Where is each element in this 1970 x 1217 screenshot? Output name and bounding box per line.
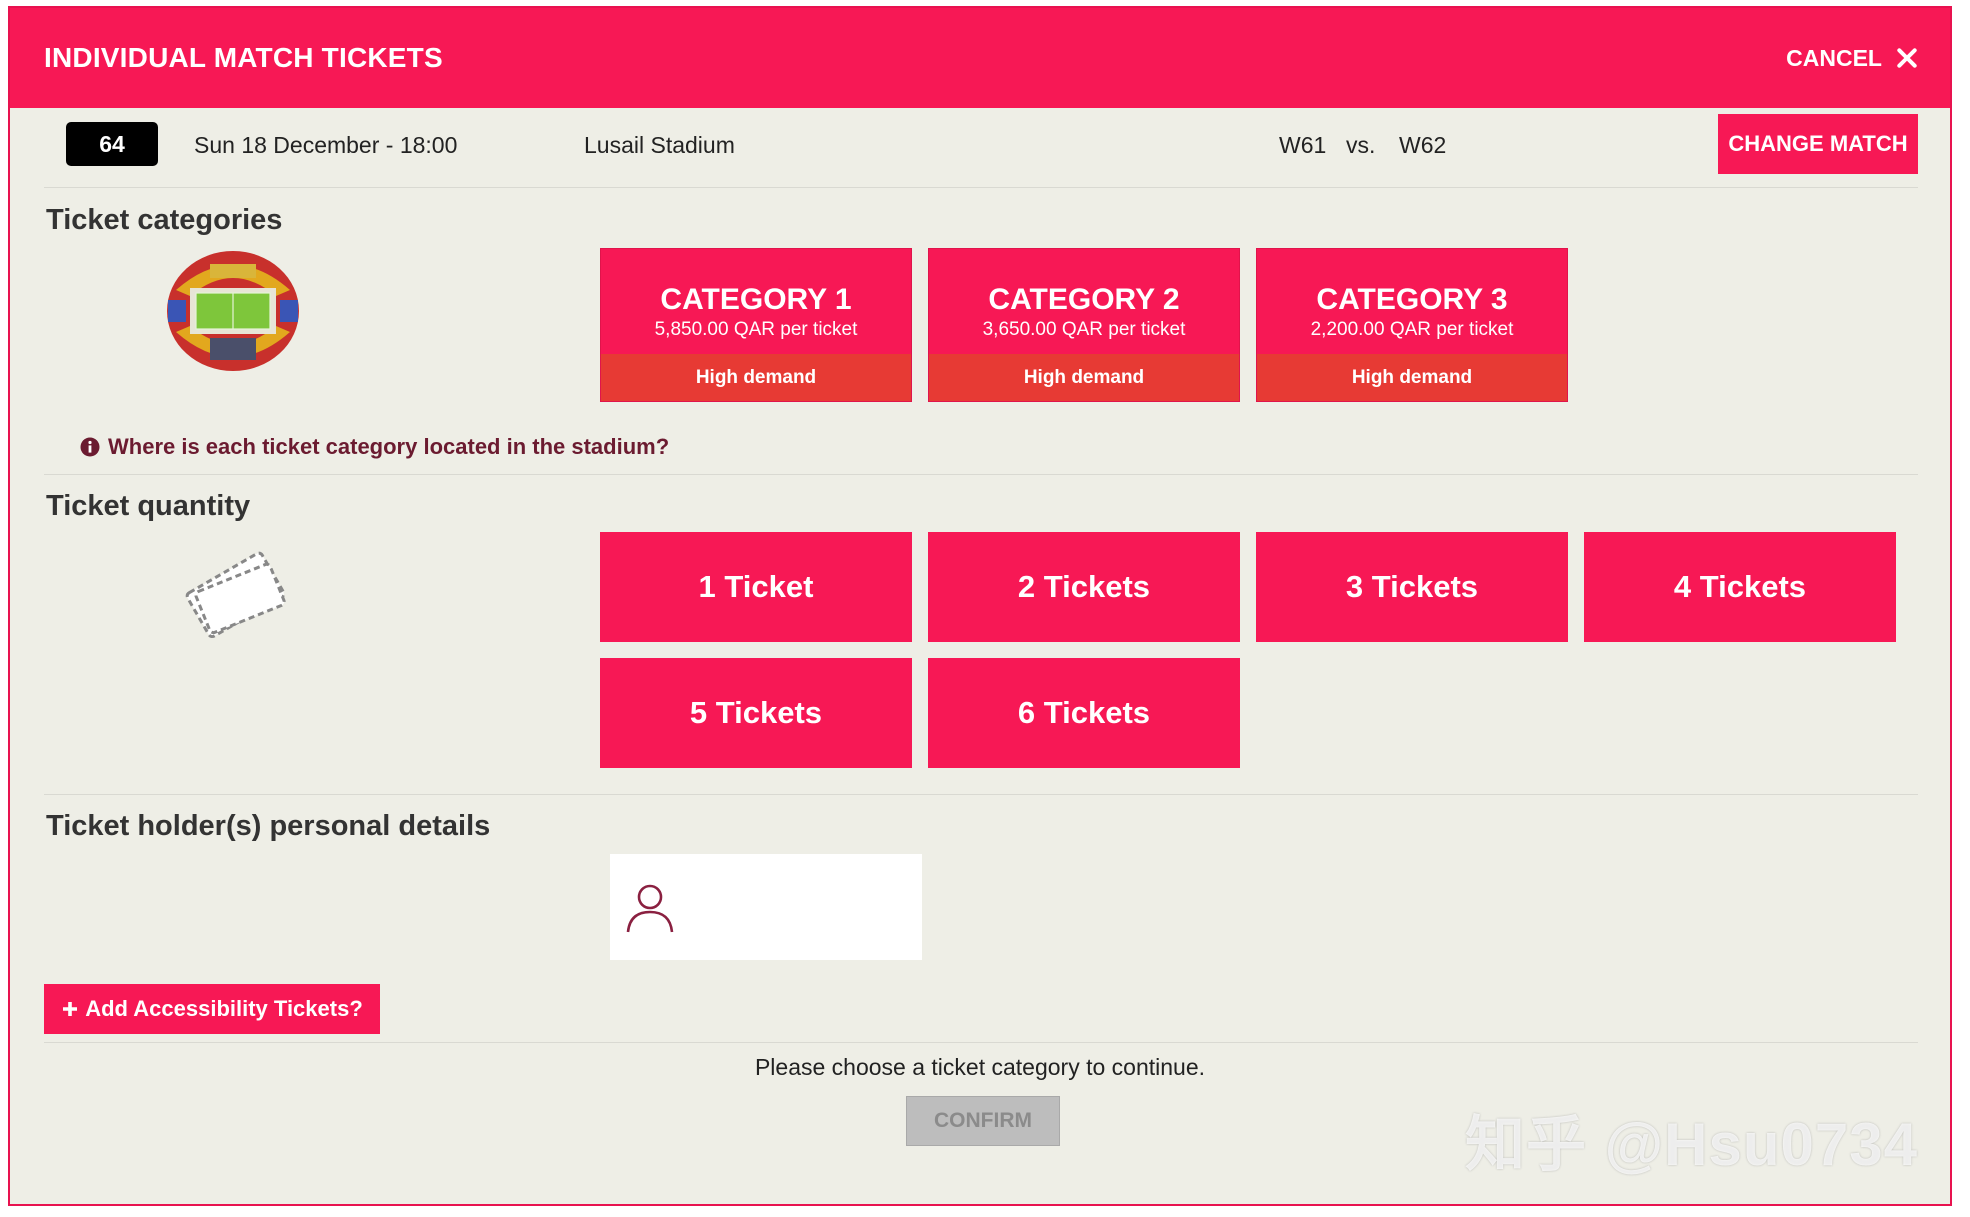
category-3-button[interactable]: CATEGORY 3 2,200.00 QAR per ticket High …	[1256, 248, 1568, 402]
quantity-3-button[interactable]: 3 Tickets	[1256, 532, 1568, 642]
info-icon	[80, 437, 100, 457]
category-location-label: Where is each ticket category located in…	[108, 434, 670, 459]
ticket-quantity-heading: Ticket quantity	[46, 490, 251, 522]
demand-badge: High demand	[1257, 354, 1567, 401]
close-icon	[1897, 48, 1917, 68]
add-accessibility-label: Add Accessibility Tickets?	[85, 996, 363, 1021]
cancel-label: CANCEL	[1786, 44, 1882, 71]
confirm-button[interactable]: CONFIRM	[906, 1096, 1060, 1146]
section-divider	[44, 1042, 1918, 1043]
change-match-button[interactable]: CHANGE MATCH	[1718, 114, 1918, 174]
quantity-4-button[interactable]: 4 Tickets	[1584, 532, 1896, 642]
category-name: CATEGORY 3	[1316, 283, 1508, 316]
category-1-button[interactable]: CATEGORY 1 5,850.00 QAR per ticket High …	[600, 248, 912, 402]
quantity-2-button[interactable]: 2 Tickets	[928, 532, 1240, 642]
modal-header: INDIVIDUAL MATCH TICKETS CANCEL	[10, 8, 1950, 108]
away-team: W62	[1399, 132, 1447, 158]
quantity-6-button[interactable]: 6 Tickets	[928, 658, 1240, 768]
quantity-1-button[interactable]: 1 Ticket	[600, 532, 912, 642]
category-2-button[interactable]: CATEGORY 2 3,650.00 QAR per ticket High …	[928, 248, 1240, 402]
user-icon	[626, 884, 674, 933]
category-name: CATEGORY 1	[660, 283, 852, 316]
section-divider	[44, 474, 1918, 475]
match-info-row: 64 Sun 18 December - 18:00 Lusail Stadiu…	[44, 108, 1918, 188]
match-venue: Lusail Stadium	[584, 132, 735, 158]
category-name: CATEGORY 2	[988, 283, 1180, 316]
plus-icon	[63, 1002, 78, 1016]
stadium-map-icon	[167, 251, 299, 371]
watermark: 知乎 @Hsu0734	[1464, 1111, 1918, 1178]
ticket-modal: INDIVIDUAL MATCH TICKETS CANCEL 64 Sun 1…	[8, 6, 1952, 1206]
category-price: 2,200.00 QAR per ticket	[1310, 319, 1514, 340]
add-accessibility-button[interactable]: Add Accessibility Tickets?	[44, 984, 380, 1034]
ticket-icon	[185, 551, 286, 639]
modal-title: INDIVIDUAL MATCH TICKETS	[44, 42, 443, 73]
match-date: Sun 18 December - 18:00	[194, 132, 458, 158]
demand-badge: High demand	[601, 354, 911, 401]
continue-message: Please choose a ticket category to conti…	[754, 1054, 1206, 1080]
category-price: 3,650.00 QAR per ticket	[982, 319, 1186, 340]
category-price: 5,850.00 QAR per ticket	[654, 319, 858, 340]
ticket-holder-card[interactable]	[610, 854, 922, 960]
ticket-holder-heading: Ticket holder(s) personal details	[46, 810, 491, 842]
quantity-5-button[interactable]: 5 Tickets	[600, 658, 912, 768]
demand-badge: High demand	[929, 354, 1239, 401]
section-divider	[44, 794, 1918, 795]
home-team: W61	[1279, 132, 1327, 158]
match-number-badge: 64	[66, 122, 158, 166]
cancel-button[interactable]: CANCEL	[1786, 45, 1918, 72]
versus-label: vs.	[1346, 132, 1376, 158]
ticket-categories-heading: Ticket categories	[46, 204, 283, 236]
category-location-link[interactable]: Where is each ticket category located in…	[80, 434, 669, 460]
